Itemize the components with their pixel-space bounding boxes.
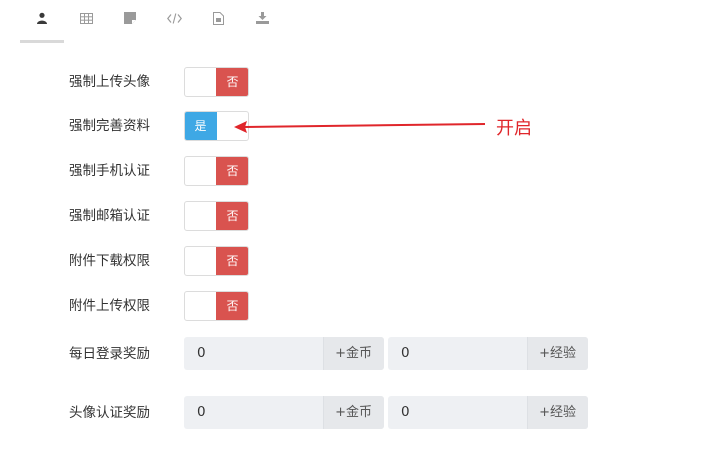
toggle-state: 否 [216, 247, 248, 275]
toggle-state: 否 [216, 202, 248, 230]
gold-value: 0 [197, 404, 206, 420]
gold-addon: +金币 [323, 396, 384, 429]
toggle-state: 否 [216, 292, 248, 320]
exp-value: 0 [401, 404, 410, 420]
force-avatar-toggle[interactable]: 否 [184, 67, 249, 97]
setting-row-force-phone: 强制手机认证 否 [0, 156, 711, 186]
tab-download[interactable] [240, 8, 284, 28]
download-icon [255, 12, 269, 24]
note-icon [124, 12, 136, 24]
setting-label: 强制手机认证 [69, 163, 150, 179]
annotation-label: 开启 [496, 118, 532, 139]
force-email-toggle[interactable]: 否 [184, 201, 249, 231]
file-icon [212, 11, 224, 25]
gold-value: 0 [197, 345, 206, 361]
setting-row-attach-upload: 附件上传权限 否 [0, 291, 711, 321]
exp-value: 0 [401, 345, 410, 361]
daily-login-exp-input[interactable]: 0 +经验 [388, 337, 588, 370]
force-phone-toggle[interactable]: 否 [184, 156, 249, 186]
avatar-verify-gold-input[interactable]: 0 +金币 [184, 396, 384, 429]
annotation-arrow [234, 121, 486, 133]
setting-row-force-avatar: 强制上传头像 否 [0, 67, 711, 97]
attach-download-toggle[interactable]: 否 [184, 246, 249, 276]
exp-addon: +经验 [527, 337, 588, 370]
reward-row-daily-login: 每日登录奖励 0 +金币 0 +经验 [0, 337, 711, 370]
daily-login-gold-input[interactable]: 0 +金币 [184, 337, 384, 370]
toggle-state: 是 [185, 112, 217, 140]
setting-row-force-email: 强制邮箱认证 否 [0, 201, 711, 231]
tab-code[interactable] [152, 8, 196, 28]
tab-user[interactable] [20, 8, 64, 28]
active-tab-indicator [20, 40, 64, 43]
gold-addon: +金币 [323, 337, 384, 370]
avatar-verify-exp-input[interactable]: 0 +经验 [388, 396, 588, 429]
user-icon [37, 12, 47, 24]
setting-label: 附件下载权限 [69, 253, 150, 269]
table-icon [79, 12, 93, 24]
setting-label: 强制邮箱认证 [69, 208, 150, 224]
tab-table[interactable] [64, 8, 108, 28]
setting-label: 强制完善资料 [69, 118, 150, 134]
reward-label: 头像认证奖励 [69, 405, 150, 421]
setting-label: 附件上传权限 [69, 298, 150, 314]
reward-row-avatar-verify: 头像认证奖励 0 +金币 0 +经验 [0, 396, 711, 429]
tab-note[interactable] [108, 8, 152, 28]
setting-row-attach-download: 附件下载权限 否 [0, 246, 711, 276]
attach-upload-toggle[interactable]: 否 [184, 291, 249, 321]
toggle-state: 否 [216, 68, 248, 96]
tab-bar [20, 0, 280, 44]
tab-file[interactable] [196, 8, 240, 28]
code-icon [166, 12, 182, 24]
setting-label: 强制上传头像 [69, 74, 150, 90]
exp-addon: +经验 [527, 396, 588, 429]
toggle-state: 否 [216, 157, 248, 185]
reward-label: 每日登录奖励 [69, 346, 150, 362]
